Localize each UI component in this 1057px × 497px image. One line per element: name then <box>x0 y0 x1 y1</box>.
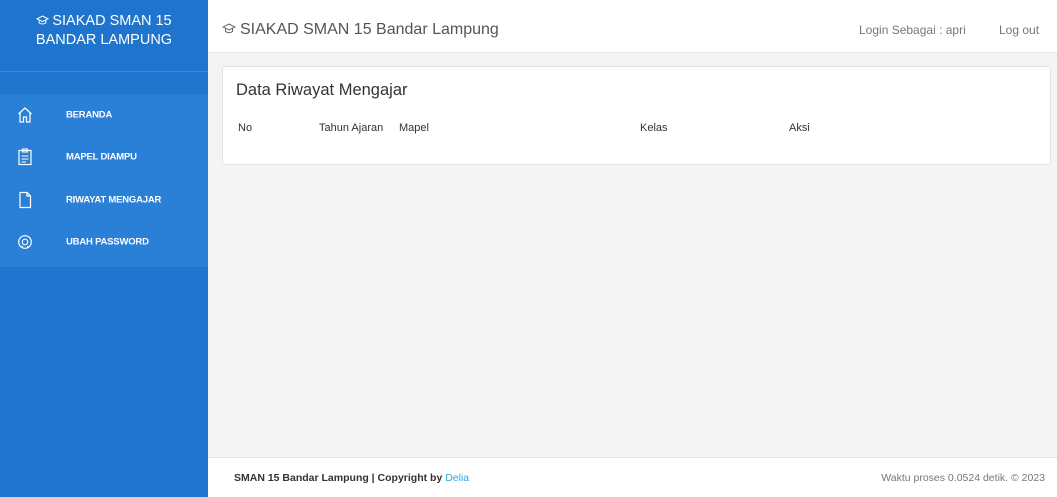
brand-line2: BANDAR LAMPUNG <box>35 32 173 48</box>
sidebar: SIAKAD SMAN 15 BANDAR LAMPUNG BERANDA MA… <box>0 0 208 497</box>
sidebar-item-beranda[interactable]: BERANDA <box>0 95 208 135</box>
sidebar-item-label: UBAH PASSWORD <box>66 236 149 248</box>
sidebar-item-ubah-password[interactable]: UBAH PASSWORD <box>0 222 208 262</box>
sidebar-menu: BERANDA MAPEL DIAMPU RIWAYAT MENGAJAR UB… <box>0 94 208 267</box>
navbar-brand[interactable]: SIAKAD SMAN 15 Bandar Lampung <box>221 21 499 39</box>
sidebar-item-riwayat-mengajar[interactable]: RIWAYAT MENGAJAR <box>0 180 208 220</box>
brand-line1: SIAKAD SMAN 15 <box>52 13 172 29</box>
column-header-no: No <box>238 122 253 134</box>
graduation-cap-icon <box>36 12 50 31</box>
column-header-mapel: Mapel <box>399 122 429 134</box>
footer-copyright: SMAN 15 Bandar Lampung | Copyright by De… <box>234 472 469 484</box>
graduation-cap-icon <box>221 21 237 39</box>
logout-link[interactable]: Log out <box>999 23 1039 37</box>
navbar-title: SIAKAD SMAN 15 Bandar Lampung <box>240 21 499 38</box>
sidebar-item-mapel-diampu[interactable]: MAPEL DIAMPU <box>0 137 208 177</box>
author-link[interactable]: Delia <box>445 472 469 484</box>
column-header-tahun-ajaran: Tahun Ajaran <box>319 122 384 134</box>
footer-copyright-text: SMAN 15 Bandar Lampung | Copyright by <box>234 472 443 484</box>
home-icon <box>17 106 33 124</box>
document-icon <box>17 191 33 209</box>
sidebar-item-label: RIWAYAT MENGAJAR <box>66 194 162 206</box>
page-title: Data Riwayat Mengajar <box>236 81 408 99</box>
clipboard-icon <box>17 148 33 166</box>
main-content: Data Riwayat Mengajar No Tahun Ajaran Ma… <box>208 53 1057 457</box>
sidebar-item-label: MAPEL DIAMPU <box>66 151 137 163</box>
column-header-aksi: Aksi <box>789 122 810 134</box>
footer: SMAN 15 Bandar Lampung | Copyright by De… <box>208 457 1057 497</box>
sidebar-brand[interactable]: SIAKAD SMAN 15 BANDAR LAMPUNG <box>0 6 208 72</box>
history-card: Data Riwayat Mengajar No Tahun Ajaran Ma… <box>222 66 1051 165</box>
lifebuoy-icon <box>17 233 33 251</box>
footer-process-time: Waktu proses 0.0524 detik. © 2023 <box>881 472 1045 484</box>
login-status: Login Sebagai : apri <box>859 23 966 37</box>
sidebar-item-label: BERANDA <box>66 109 113 121</box>
top-navbar: SIAKAD SMAN 15 Bandar Lampung Login Seba… <box>208 6 1057 53</box>
column-header-kelas: Kelas <box>640 122 668 134</box>
